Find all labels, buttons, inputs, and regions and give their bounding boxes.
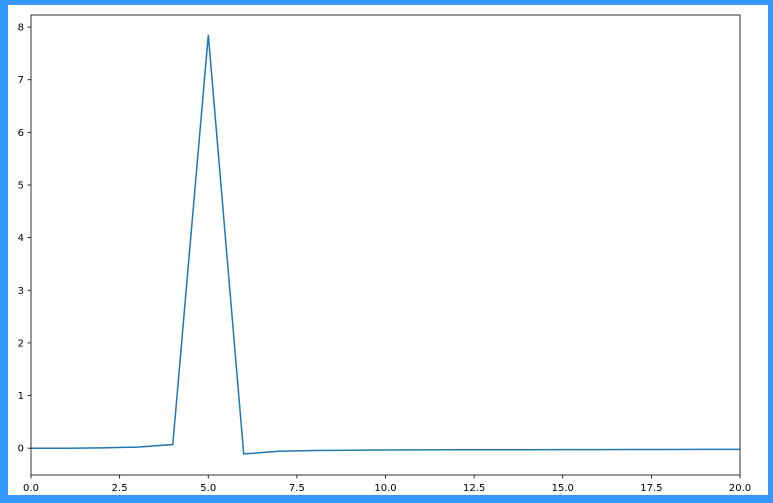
y-tick-label: 5 xyxy=(18,181,24,192)
line-chart: 0.0 2.5 5.0 7.5 10.0 12.5 15.0 17.5 20.0 0 1 2 3 4 5 6 7… xyxy=(18,14,751,494)
y-tick-label: 3 xyxy=(18,286,24,297)
x-tick-label: 2.5 xyxy=(112,483,128,494)
x-tick-label: 17.5 xyxy=(640,483,662,494)
x-tick-label: 12.5 xyxy=(463,483,485,494)
x-tick-label: 15.0 xyxy=(552,483,574,494)
x-tick-label: 5.0 xyxy=(200,483,216,494)
x-tick-label: 0.0 xyxy=(23,483,39,494)
y-tick-label: 1 xyxy=(18,391,24,402)
x-tick-label: 20.0 xyxy=(729,483,751,494)
y-tick-label: 2 xyxy=(18,338,24,349)
series-line xyxy=(31,34,740,455)
y-tick-label: 7 xyxy=(18,75,24,86)
y-tick-label: 8 xyxy=(18,23,24,34)
y-tick-label: 4 xyxy=(18,233,24,244)
plot-area-border xyxy=(30,14,741,476)
x-tick-label: 10.0 xyxy=(374,483,396,494)
y-tick-label: 6 xyxy=(18,128,24,139)
y-tick-label: 0 xyxy=(18,444,24,455)
x-tick-label: 7.5 xyxy=(289,483,305,494)
